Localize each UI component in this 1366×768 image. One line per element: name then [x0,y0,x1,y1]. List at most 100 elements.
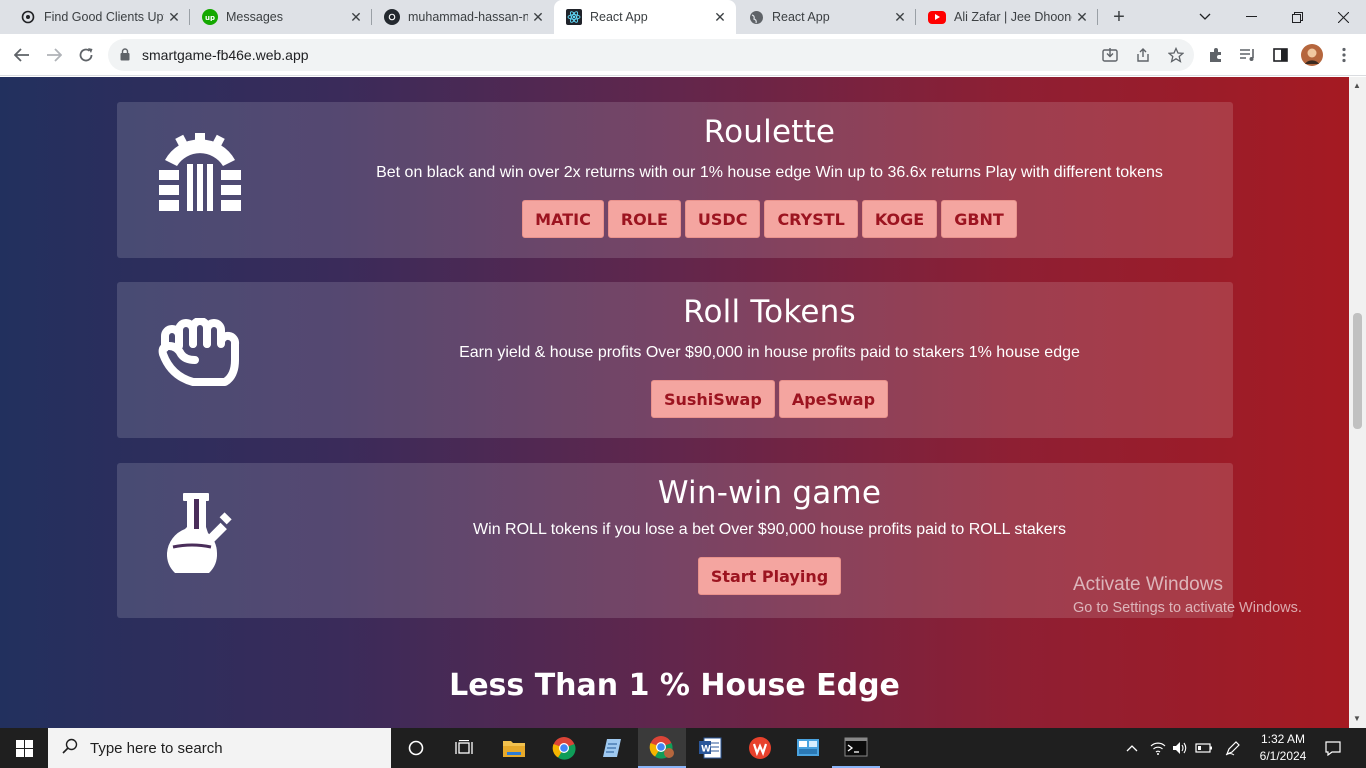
close-tab-icon[interactable]: ✕ [1072,9,1092,26]
bookmark-star-icon[interactable] [1166,45,1186,65]
close-tab-icon[interactable]: ✕ [710,9,730,26]
reload-button[interactable] [74,43,98,67]
chrome-icon[interactable] [540,728,588,768]
tab-youtube[interactable]: Ali Zafar | Jee Dhoond ✕ [916,0,1098,34]
back-button[interactable] [10,43,34,67]
section-title: Less Than 1 % House Edge [449,668,900,703]
card-description: Bet on black and win over 2x returns wit… [376,164,1163,181]
svg-text:W: W [701,745,711,755]
taskbar-search-box[interactable]: Type here to search [48,728,391,768]
upwork-icon: up [202,9,218,25]
word-icon[interactable]: W [686,728,734,768]
tab-react-app[interactable]: React App ✕ [736,0,916,34]
tab-title: Find Good Clients Upv [44,10,164,24]
new-tab-button[interactable]: + [1108,6,1130,28]
card-description: Earn yield & house profits Over $90,000 … [459,344,1080,361]
card-title: Win-win game [657,475,882,511]
notepad-icon[interactable] [588,728,636,768]
exchange-buttons: SushiSwap ApeSwap [367,380,1172,418]
token-button-usdc[interactable]: USDC [684,200,761,238]
card-description: Win ROLL tokens if you lose a bet Over $… [473,521,1066,538]
scroll-down-arrow-icon[interactable]: ▼ [1353,714,1361,723]
close-tab-icon[interactable]: ✕ [164,9,184,26]
flask-icon [163,493,249,579]
restore-button[interactable] [1274,0,1320,34]
token-button-matic[interactable]: MATIC [522,200,604,238]
close-tab-icon[interactable]: ✕ [346,9,366,26]
profile-avatar[interactable] [1300,43,1324,67]
tab-github[interactable]: muhammad-hassan-n ✕ [372,0,554,34]
tab-messages[interactable]: up Messages ✕ [190,0,372,34]
page-content: Roulette Bet on black and win over 2x re… [0,77,1349,728]
chrome-menu-icon[interactable] [1332,43,1356,67]
volume-icon[interactable] [1170,728,1190,768]
close-tab-icon[interactable]: ✕ [528,9,548,26]
battery-icon[interactable] [1194,728,1214,768]
clock-time: 1:32 AM [1260,732,1306,746]
cortana-icon[interactable] [392,728,440,768]
browser-toolbar: smartgame-fb46e.web.app [0,34,1366,76]
youtube-icon [928,10,946,24]
wps-office-icon[interactable] [736,728,784,768]
page-scrollbar[interactable]: ▲ ▼ [1349,77,1366,728]
task-view-icon[interactable] [440,728,488,768]
watermark-title: Activate Windows [1073,574,1223,595]
tab-find-good-clients[interactable]: Find Good Clients Upv ✕ [8,0,190,34]
forward-button[interactable] [42,43,66,67]
windows-start-icon[interactable] [0,728,48,768]
install-app-icon[interactable] [1100,45,1120,65]
notifications-icon[interactable] [1318,728,1348,768]
token-button-crystl[interactable]: CRYSTL [764,200,858,238]
tab-title: React App [772,10,830,24]
taskbar-clock[interactable]: 1:32 AM 6/1/2024 [1254,731,1312,765]
scroll-up-arrow-icon[interactable]: ▲ [1353,81,1361,90]
extensions-icon[interactable] [1204,43,1228,67]
close-tab-icon[interactable]: ✕ [890,9,910,26]
token-button-role[interactable]: ROLE [607,200,681,238]
search-placeholder: Type here to search [90,739,223,757]
network-icon[interactable] [1148,728,1168,768]
tab-title: Ali Zafar | Jee Dhoond [954,10,1072,24]
roulette-wheel-icon [157,132,243,218]
side-panel-icon[interactable] [1268,43,1292,67]
card-title: Roulette [703,114,836,150]
watermark-subtitle: Go to Settings to activate Windows. [1073,600,1302,616]
game-card-win-win: Win-win game Win ROLL tokens if you lose… [117,463,1233,618]
play-buttons: Start Playing [367,557,1172,595]
scrollbar-thumb[interactable] [1353,313,1362,429]
address-bar[interactable]: smartgame-fb46e.web.app [108,39,1194,71]
start-playing-button[interactable]: Start Playing [697,557,842,595]
windows-taskbar: Type here to search W 1:32 AM 6/1/2024 [0,728,1366,768]
tab-search-icon[interactable] [1182,0,1228,34]
github-icon [384,9,400,25]
token-button-koge[interactable]: KOGE [861,200,938,238]
card-title: Roll Tokens [683,294,856,330]
chrome-profile-icon[interactable] [638,728,686,768]
game-card-roll-tokens: Roll Tokens Earn yield & house profits O… [117,282,1233,438]
tab-react-app-active[interactable]: React App ✕ [554,0,736,34]
apeswap-button[interactable]: ApeSwap [778,380,889,418]
minimize-button[interactable] [1228,0,1274,34]
terminal-icon[interactable] [832,728,880,768]
globe-icon [748,9,764,25]
tab-title: muhammad-hassan-n [408,10,528,24]
tab-title: React App [590,10,648,24]
svg-text:up: up [205,14,215,21]
show-hidden-icons-chevron-icon[interactable] [1122,728,1142,768]
react-icon [566,9,582,25]
share-icon[interactable] [1133,45,1153,65]
pen-workspace-icon[interactable] [1222,728,1244,768]
close-window-button[interactable] [1320,0,1366,34]
clock-date: 6/1/2024 [1259,749,1307,763]
url-text: smartgame-fb46e.web.app [142,47,309,63]
fist-icon [157,317,243,404]
token-button-gbnt[interactable]: GBNT [941,200,1017,238]
control-panel-icon[interactable] [784,728,832,768]
file-explorer-icon[interactable] [490,728,538,768]
lock-icon[interactable] [120,48,130,66]
game-card-roulette: Roulette Bet on black and win over 2x re… [117,102,1233,258]
activate-windows-watermark: Activate Windows Go to Settings to activ… [1073,574,1302,616]
sushiswap-button[interactable]: SushiSwap [650,380,775,418]
tab-strip: Find Good Clients Upv ✕ up Messages ✕ mu… [0,0,1366,34]
media-queue-icon[interactable] [1236,43,1260,67]
